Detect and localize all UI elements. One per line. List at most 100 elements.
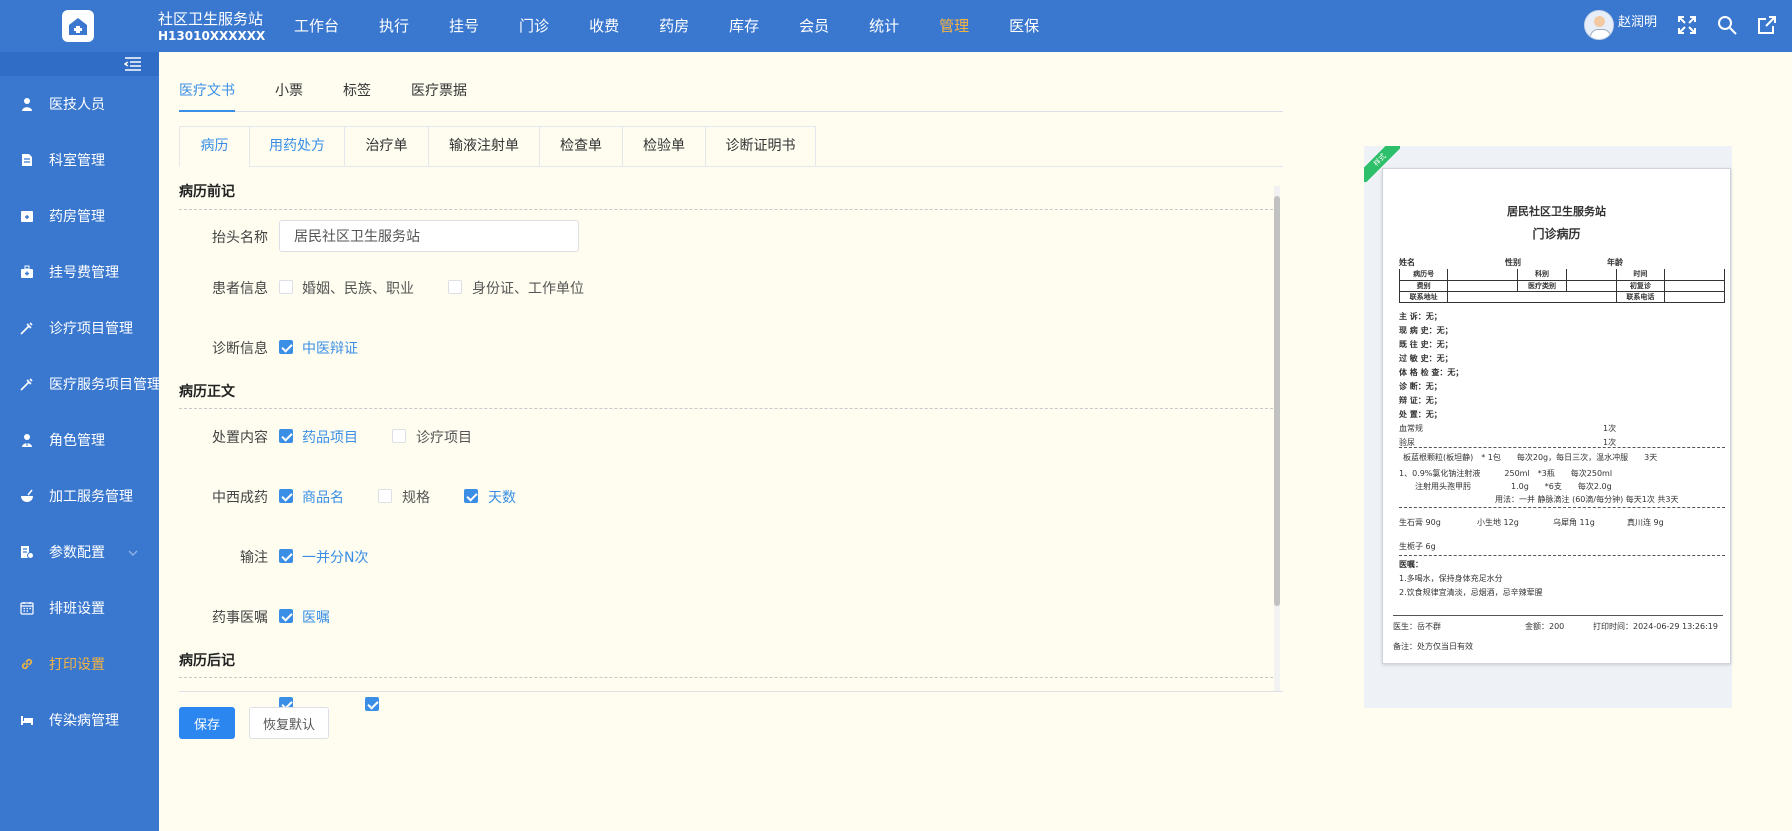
user-name[interactable]: 赵润明 <box>1618 11 1657 30</box>
tab-treatment-sheet[interactable]: 治疗单 <box>344 126 428 167</box>
nav-register[interactable]: 挂号 <box>429 0 499 52</box>
sidebar-item-registration-fee[interactable]: 挂号费管理 <box>0 244 159 300</box>
preview-rx2-line3: 用法：一并 静脉滴注 (60滴/每分钟) 每天1次 共3天 <box>1495 495 1679 504</box>
medicine-opt3-label[interactable]: 天数 <box>488 487 516 507</box>
medicine-opt2-checkbox[interactable] <box>378 489 392 503</box>
bowl-icon <box>20 489 34 503</box>
tab-medical-record[interactable]: 病历 <box>179 126 249 167</box>
sidebar-collapse-bar[interactable] <box>0 52 159 76</box>
preview-advice-title: 医嘱： <box>1399 560 1423 569</box>
tab-medical-bill[interactable]: 医疗票据 <box>411 72 467 112</box>
preview-table-label: 病历号 <box>1398 269 1449 281</box>
preview-name-label: 姓名 <box>1399 258 1415 267</box>
chevron-down-icon[interactable] <box>128 546 138 556</box>
nav-insurance[interactable]: 医保 <box>989 0 1059 52</box>
save-button[interactable]: 保存 <box>179 707 235 739</box>
sidebar-item-schedule[interactable]: 排班设置 <box>0 580 159 636</box>
sidebar-item-label: 挂号费管理 <box>49 265 119 281</box>
ribbon-label: 样式 <box>1364 146 1400 182</box>
diagnosis-opt1-label[interactable]: 中医辩证 <box>302 338 358 358</box>
advice-opt1-checkbox[interactable] <box>279 609 293 623</box>
avatar[interactable] <box>1584 10 1614 40</box>
sidebar-item-print-settings[interactable]: 打印设置 <box>0 636 159 692</box>
nav-execute[interactable]: 执行 <box>359 0 429 52</box>
nav-member[interactable]: 会员 <box>779 0 849 52</box>
sidebar-item-medical-staff[interactable]: 医技人员 <box>0 76 159 132</box>
preview-gender-label: 性别 <box>1505 258 1521 267</box>
medicine-opt3-checkbox[interactable] <box>464 489 478 503</box>
medicine-opt2-label[interactable]: 规格 <box>402 487 430 507</box>
sidebar-item-label: 医技人员 <box>49 97 105 113</box>
header-name-input[interactable] <box>279 220 579 252</box>
tab-medical-docs[interactable]: 医疗文书 <box>179 72 235 112</box>
infusion-opt1-label[interactable]: 一并分N次 <box>302 547 368 567</box>
post-opt2-checkbox[interactable] <box>365 697 379 711</box>
menu-collapse-icon[interactable] <box>123 56 142 72</box>
clinic-logo-icon <box>62 10 94 42</box>
medical-kit-icon <box>20 265 34 279</box>
settings-doc-icon <box>20 545 34 559</box>
preview-clinic-name: 居民社区卫生服务站 <box>1507 205 1606 218</box>
preview-field: 辩 证：无； <box>1399 396 1442 405</box>
sidebar-item-label: 角色管理 <box>49 433 105 449</box>
sidebar-item-processing-service[interactable]: 加工服务管理 <box>0 468 159 524</box>
nav-inventory[interactable]: 库存 <box>709 0 779 52</box>
preview-note: 备注：处方仅当日有效 <box>1393 642 1473 651</box>
nav-outpatient[interactable]: 门诊 <box>499 0 569 52</box>
tab-prescription[interactable]: 用药处方 <box>249 126 344 167</box>
diagnosis-opt1-checkbox[interactable] <box>279 340 293 354</box>
tab-receipt[interactable]: 小票 <box>275 72 303 112</box>
preview-table-label: 联系电话 <box>1615 291 1666 303</box>
sidebar-item-label: 科室管理 <box>49 153 105 169</box>
sidebar-item-medical-service-items[interactable]: 医疗服务项目管理 <box>0 356 161 412</box>
fullscreen-icon[interactable] <box>1676 14 1698 36</box>
preview-advice-line: 1.多喝水，保持身体充足水分 <box>1399 574 1503 583</box>
tab-label[interactable]: 标签 <box>343 72 371 112</box>
user-menu[interactable]: 赵润明 <box>1584 10 1657 40</box>
nav-workbench[interactable]: 工作台 <box>274 0 359 52</box>
tab-infusion-sheet[interactable]: 输液注射单 <box>428 126 539 167</box>
sidebar-item-parameter-config[interactable]: 参数配置 <box>0 524 159 580</box>
medicine-opt1-label[interactable]: 商品名 <box>302 487 344 507</box>
treatment-opt1-label[interactable]: 药品项目 <box>302 427 358 447</box>
section-divider <box>179 209 1273 210</box>
syringe-icon <box>20 321 34 335</box>
sidebar-item-label: 参数配置 <box>49 545 105 561</box>
patient-opt2-checkbox[interactable] <box>448 280 462 294</box>
nav-statistics[interactable]: 统计 <box>849 0 919 52</box>
document-type-tabs: 医疗文书 小票 标签 医疗票据 <box>179 72 1283 112</box>
medicine-opt1-checkbox[interactable] <box>279 489 293 503</box>
preview-field: 诊 断：无； <box>1399 382 1442 391</box>
preview-amount: 金额：200 <box>1525 622 1565 631</box>
link-icon <box>20 657 34 671</box>
preview-field: 过 敏 史：无； <box>1399 354 1453 363</box>
form-scrollbar-thumb[interactable] <box>1274 196 1280 606</box>
sidebar-item-pharmacy[interactable]: 药房管理 <box>0 188 159 244</box>
sidebar-item-label: 药房管理 <box>49 209 105 225</box>
patient-opt1-checkbox[interactable] <box>279 280 293 294</box>
preview-doctor: 医生：岳不群 <box>1393 622 1441 631</box>
restore-default-button[interactable]: 恢复默认 <box>249 707 329 739</box>
treatment-opt2-checkbox[interactable] <box>392 429 406 443</box>
sidebar-item-infectious-disease[interactable]: 传染病管理 <box>0 692 159 748</box>
sidebar-item-department[interactable]: 科室管理 <box>0 132 159 188</box>
patient-opt1-label[interactable]: 婚姻、民族、职业 <box>302 278 414 298</box>
preview-table-label: 科别 <box>1517 269 1567 281</box>
tab-diagnosis-certificate[interactable]: 诊断证明书 <box>705 126 816 167</box>
tab-exam-sheet[interactable]: 检查单 <box>539 126 622 167</box>
nav-pharmacy[interactable]: 药房 <box>639 0 709 52</box>
sidebar-item-roles[interactable]: 角色管理 <box>0 412 159 468</box>
preview-field: 既 往 史：无； <box>1399 340 1453 349</box>
patient-opt2-label[interactable]: 身份证、工作单位 <box>472 278 584 298</box>
treatment-opt2-label[interactable]: 诊疗项目 <box>416 427 472 447</box>
preview-print-time: 打印时间：2024-06-29 13:26:19 <box>1593 622 1718 631</box>
nav-management[interactable]: 管理 <box>919 0 989 52</box>
tab-lab-sheet[interactable]: 检验单 <box>622 126 705 167</box>
infusion-opt1-checkbox[interactable] <box>279 549 293 563</box>
advice-opt1-label[interactable]: 医嘱 <box>302 607 330 627</box>
search-icon[interactable] <box>1716 14 1738 36</box>
external-link-icon[interactable] <box>1756 14 1778 36</box>
sidebar-item-treatment-items[interactable]: 诊疗项目管理 <box>0 300 159 356</box>
treatment-opt1-checkbox[interactable] <box>279 429 293 443</box>
nav-charge[interactable]: 收费 <box>569 0 639 52</box>
